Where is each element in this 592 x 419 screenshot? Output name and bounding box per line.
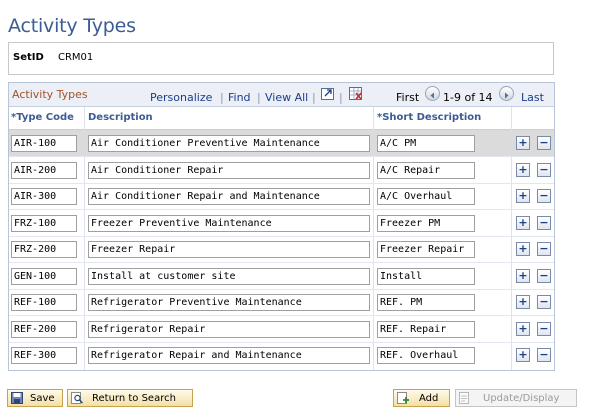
delete-row-icon[interactable]: − (537, 242, 551, 256)
update-display-label: Update/Display (483, 393, 560, 404)
type-code-input[interactable]: REF-300 (11, 347, 77, 364)
description-input[interactable]: Refrigerator Repair (88, 321, 370, 338)
add-row-icon[interactable]: + (516, 216, 530, 230)
table-row[interactable]: REF-100 Refrigerator Preventive Maintena… (9, 289, 554, 316)
table-row[interactable]: FRZ-200 Freezer Repair Freezer Repair + … (9, 236, 554, 263)
column-header-type-code: *Type Code (11, 112, 74, 123)
type-code-input[interactable]: FRZ-200 (11, 241, 77, 258)
personalize-link[interactable]: Personalize (150, 91, 212, 104)
table-row[interactable]: AIR-100 Air Conditioner Preventive Maint… (9, 130, 554, 157)
first-arrow-icon[interactable] (425, 86, 440, 101)
table-row[interactable]: FRZ-100 Freezer Preventive Maintenance F… (9, 210, 554, 237)
short-description-input[interactable]: A/C Repair (377, 162, 475, 179)
save-label: Save (30, 393, 55, 404)
delete-row-icon[interactable]: − (537, 136, 551, 150)
setid-panel: SetID CRM01 (8, 42, 554, 75)
nav-separator: | (220, 91, 224, 104)
column-header-description: Description (88, 112, 153, 123)
description-input[interactable]: Air Conditioner Repair and Maintenance (88, 188, 370, 205)
return-to-search-button[interactable]: Return to Search (67, 389, 193, 407)
add-row-icon[interactable]: + (516, 348, 530, 362)
short-description-input[interactable]: A/C Overhaul (377, 188, 475, 205)
view-all-link[interactable]: View All (265, 91, 308, 104)
table-row[interactable]: REF-300 Refrigerator Repair and Maintena… (9, 342, 554, 368)
type-code-input[interactable]: AIR-200 (11, 162, 77, 179)
short-description-input[interactable]: REF. PM (377, 294, 475, 311)
add-button[interactable]: Add (393, 389, 450, 407)
description-input[interactable]: Freezer Preventive Maintenance (88, 215, 370, 232)
short-description-input[interactable]: Install (377, 268, 475, 285)
table-row[interactable]: AIR-200 Air Conditioner Repair A/C Repai… (9, 157, 554, 184)
add-row-icon[interactable]: + (516, 189, 530, 203)
find-link[interactable]: Find (228, 91, 251, 104)
delete-row-icon[interactable]: − (537, 189, 551, 203)
short-description-input[interactable]: Freezer Repair (377, 241, 475, 258)
add-icon (397, 392, 409, 404)
description-input[interactable]: Air Conditioner Repair (88, 162, 370, 179)
table-row[interactable]: AIR-300 Air Conditioner Repair and Maint… (9, 183, 554, 210)
delete-row-icon[interactable]: − (537, 295, 551, 309)
type-code-input[interactable]: REF-200 (11, 321, 77, 338)
type-code-input[interactable]: FRZ-100 (11, 215, 77, 232)
setid-label: SetID (13, 52, 44, 63)
nav-separator: | (257, 91, 261, 104)
first-label: First (396, 91, 420, 104)
add-row-icon[interactable]: + (516, 269, 530, 283)
add-row-icon[interactable]: + (516, 242, 530, 256)
delete-row-icon[interactable]: − (537, 348, 551, 362)
delete-row-icon[interactable]: − (537, 216, 551, 230)
delete-row-icon[interactable]: − (537, 269, 551, 283)
add-row-icon[interactable]: + (516, 163, 530, 177)
type-code-input[interactable]: AIR-300 (11, 188, 77, 205)
type-code-input[interactable]: REF-100 (11, 294, 77, 311)
delete-row-icon[interactable]: − (537, 322, 551, 336)
add-label: Add (419, 393, 439, 404)
short-description-input[interactable]: A/C PM (377, 135, 475, 152)
short-description-input[interactable]: Freezer PM (377, 215, 475, 232)
description-input[interactable]: Refrigerator Preventive Maintenance (88, 294, 370, 311)
column-header-short-description: *Short Description (377, 112, 482, 123)
add-row-icon[interactable]: + (516, 136, 530, 150)
save-button[interactable]: Save (7, 389, 63, 407)
activity-types-grid: Activity Types Personalize | Find | View… (8, 82, 555, 371)
zoom-icon[interactable] (321, 87, 335, 100)
next-arrow-icon[interactable] (499, 86, 514, 101)
table-row[interactable]: GEN-100 Install at customer site Install… (9, 263, 554, 290)
description-input[interactable]: Install at customer site (88, 268, 370, 285)
type-code-input[interactable]: AIR-100 (11, 135, 77, 152)
table-row[interactable]: REF-200 Refrigerator Repair REF. Repair … (9, 316, 554, 343)
save-icon (11, 392, 23, 404)
add-row-icon[interactable]: + (516, 322, 530, 336)
row-range: 1-9 of 14 (443, 91, 493, 104)
nav-separator: | (339, 91, 343, 104)
grid-header-row: *Type Code Description *Short Descriptio… (9, 107, 554, 130)
update-icon (459, 392, 469, 404)
setid-value: CRM01 (58, 52, 94, 63)
last-link[interactable]: Last (521, 91, 544, 104)
search-return-icon (71, 392, 83, 404)
download-icon[interactable] (349, 87, 363, 100)
nav-separator: | (312, 91, 316, 104)
description-input[interactable]: Air Conditioner Preventive Maintenance (88, 135, 370, 152)
return-to-search-label: Return to Search (92, 393, 176, 404)
description-input[interactable]: Freezer Repair (88, 241, 370, 258)
add-row-icon[interactable]: + (516, 295, 530, 309)
short-description-input[interactable]: REF. Repair (377, 321, 475, 338)
delete-row-icon[interactable]: − (537, 163, 551, 177)
type-code-input[interactable]: GEN-100 (11, 268, 77, 285)
update-display-button[interactable]: Update/Display (455, 389, 577, 407)
grid-title: Activity Types (12, 88, 88, 101)
short-description-input[interactable]: REF. Overhaul (377, 347, 475, 364)
description-input[interactable]: Refrigerator Repair and Maintenance (88, 347, 370, 364)
grid-navigation-bar: Activity Types Personalize | Find | View… (9, 83, 554, 107)
page-title: Activity Types (8, 15, 136, 37)
